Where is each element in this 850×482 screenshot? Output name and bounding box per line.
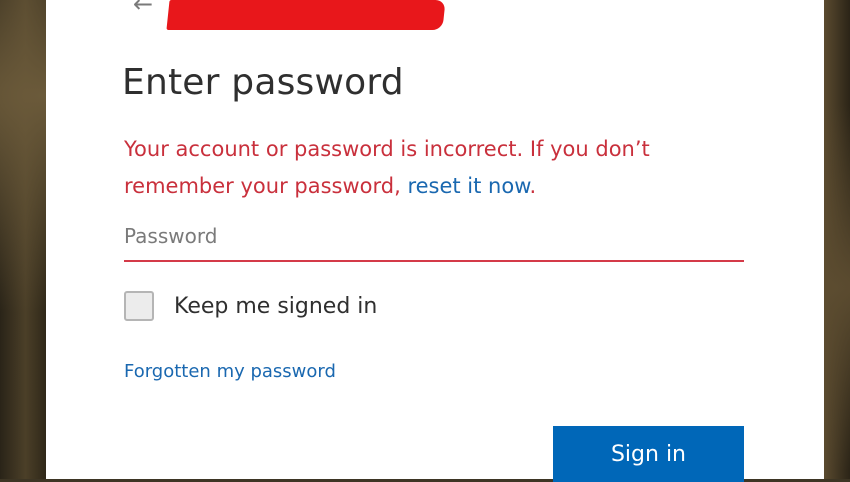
login-card: ← Enter password Your account or passwor… bbox=[46, 0, 824, 482]
keep-signed-in-checkbox[interactable] bbox=[124, 291, 154, 321]
error-text: Your account or password is incorrect. I… bbox=[124, 137, 650, 198]
password-input[interactable] bbox=[124, 212, 744, 262]
error-period: . bbox=[529, 174, 537, 198]
error-message: Your account or password is incorrect. I… bbox=[124, 131, 744, 205]
forgot-password-link[interactable]: Forgotten my password bbox=[124, 361, 336, 382]
redacted-email bbox=[166, 0, 446, 30]
sign-in-button[interactable]: Sign in bbox=[553, 426, 744, 482]
reset-password-link[interactable]: reset it now bbox=[407, 174, 529, 198]
keep-signed-in-label[interactable]: Keep me signed in bbox=[174, 294, 377, 319]
arrow-left-icon[interactable]: ← bbox=[133, 0, 163, 20]
page-title: Enter password bbox=[122, 62, 404, 103]
